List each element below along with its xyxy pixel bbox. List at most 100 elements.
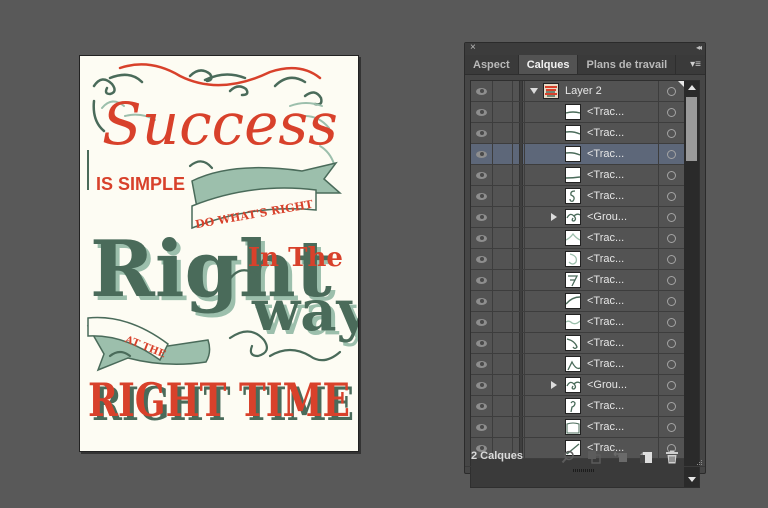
trash-icon[interactable] <box>665 450 679 464</box>
path-row[interactable]: <Trac... <box>471 312 684 333</box>
visibility-toggle[interactable] <box>471 249 493 269</box>
lock-toggle[interactable] <box>493 396 513 416</box>
collapse-triangle-icon[interactable] <box>551 213 557 221</box>
new-sublayer-icon[interactable] <box>613 450 627 464</box>
target-toggle[interactable] <box>659 228 684 248</box>
layer-name-cell[interactable]: <Trac... <box>525 333 659 353</box>
layer-name-cell[interactable]: <Trac... <box>525 123 659 143</box>
layer-name-cell[interactable]: <Trac... <box>525 249 659 269</box>
close-icon[interactable]: × <box>470 42 476 54</box>
new-layer-icon[interactable] <box>639 450 653 464</box>
visibility-toggle[interactable] <box>471 396 493 416</box>
visibility-toggle[interactable] <box>471 144 493 164</box>
target-toggle[interactable] <box>659 207 684 227</box>
layer-name-cell[interactable]: <Trac... <box>525 102 659 122</box>
path-row[interactable]: <Trac... <box>471 354 684 375</box>
target-toggle[interactable] <box>659 291 684 311</box>
target-toggle[interactable] <box>659 312 684 332</box>
path-row[interactable]: <Trac... <box>471 186 684 207</box>
target-toggle[interactable] <box>659 396 684 416</box>
path-row[interactable]: <Trac... <box>471 396 684 417</box>
collapse-triangle-icon[interactable] <box>551 381 557 389</box>
visibility-toggle[interactable] <box>471 102 493 122</box>
layer-name-cell[interactable]: <Trac... <box>525 228 659 248</box>
target-toggle[interactable] <box>659 81 684 101</box>
locate-object-icon[interactable] <box>561 450 575 464</box>
lock-toggle[interactable] <box>493 207 513 227</box>
collapse-icon[interactable]: ◂◂ <box>696 42 702 54</box>
lock-toggle[interactable] <box>493 270 513 290</box>
target-toggle[interactable] <box>659 123 684 143</box>
lock-toggle[interactable] <box>493 123 513 143</box>
visibility-toggle[interactable] <box>471 81 493 101</box>
layer-row[interactable]: Layer 2 <box>471 81 684 102</box>
lock-toggle[interactable] <box>493 333 513 353</box>
lock-toggle[interactable] <box>493 186 513 206</box>
artboard[interactable]: Success IS SIMPLE DO WHAT'S RIGHT Right … <box>79 55 359 452</box>
lock-toggle[interactable] <box>493 144 513 164</box>
drag-handle[interactable] <box>573 469 595 472</box>
layer-name-cell[interactable]: <Trac... <box>525 354 659 374</box>
layer-name-cell[interactable]: <Grou... <box>525 207 659 227</box>
lock-toggle[interactable] <box>493 291 513 311</box>
scroll-up-button[interactable] <box>684 81 699 95</box>
lock-toggle[interactable] <box>493 228 513 248</box>
visibility-toggle[interactable] <box>471 354 493 374</box>
panel-titlebar[interactable]: × ◂◂ <box>465 42 705 55</box>
target-toggle[interactable] <box>659 186 684 206</box>
panel-menu-icon[interactable]: ▾≡ <box>690 58 701 72</box>
tab-aspect[interactable]: Aspect <box>465 55 519 74</box>
lock-toggle[interactable] <box>493 354 513 374</box>
layer-name-cell[interactable]: <Trac... <box>525 270 659 290</box>
lock-toggle[interactable] <box>493 165 513 185</box>
lock-toggle[interactable] <box>493 81 513 101</box>
tab-calques[interactable]: Calques <box>518 55 579 74</box>
visibility-toggle[interactable] <box>471 270 493 290</box>
scroll-down-button[interactable] <box>684 473 699 487</box>
layer-name-cell[interactable]: <Trac... <box>525 396 659 416</box>
path-row[interactable]: <Trac... <box>471 417 684 438</box>
target-toggle[interactable] <box>659 249 684 269</box>
lock-toggle[interactable] <box>493 312 513 332</box>
path-row[interactable]: <Trac... <box>471 333 684 354</box>
scroll-thumb[interactable] <box>686 97 697 161</box>
visibility-toggle[interactable] <box>471 417 493 437</box>
lock-toggle[interactable] <box>493 102 513 122</box>
visibility-toggle[interactable] <box>471 165 493 185</box>
visibility-toggle[interactable] <box>471 333 493 353</box>
group-row[interactable]: <Grou... <box>471 375 684 396</box>
visibility-toggle[interactable] <box>471 228 493 248</box>
target-toggle[interactable] <box>659 165 684 185</box>
target-toggle[interactable] <box>659 270 684 290</box>
resize-grip-icon[interactable] <box>693 455 703 467</box>
lock-toggle[interactable] <box>493 417 513 437</box>
path-row[interactable]: <Trac... <box>471 102 684 123</box>
visibility-toggle[interactable] <box>471 186 493 206</box>
tab-plans-de-travail[interactable]: Plans de travail <box>578 55 677 74</box>
path-row[interactable]: <Trac... <box>471 228 684 249</box>
scrollbar[interactable] <box>684 81 699 487</box>
visibility-toggle[interactable] <box>471 375 493 395</box>
visibility-toggle[interactable] <box>471 312 493 332</box>
visibility-toggle[interactable] <box>471 207 493 227</box>
path-row[interactable]: <Trac... <box>471 144 684 165</box>
path-row[interactable]: <Trac... <box>471 270 684 291</box>
path-row[interactable]: <Trac... <box>471 123 684 144</box>
make-clipping-mask-icon[interactable] <box>587 450 601 464</box>
path-row[interactable]: <Trac... <box>471 291 684 312</box>
layer-name-cell[interactable]: <Trac... <box>525 417 659 437</box>
layer-name-cell[interactable]: <Grou... <box>525 375 659 395</box>
visibility-toggle[interactable] <box>471 123 493 143</box>
target-toggle[interactable] <box>659 333 684 353</box>
target-toggle[interactable] <box>659 102 684 122</box>
path-row[interactable]: <Trac... <box>471 249 684 270</box>
layer-name-cell[interactable]: <Trac... <box>525 165 659 185</box>
target-toggle[interactable] <box>659 144 684 164</box>
layer-name-cell[interactable]: <Trac... <box>525 144 659 164</box>
target-toggle[interactable] <box>659 354 684 374</box>
group-row[interactable]: <Grou... <box>471 207 684 228</box>
layer-name-cell[interactable]: <Trac... <box>525 186 659 206</box>
visibility-toggle[interactable] <box>471 291 493 311</box>
layer-name-cell[interactable]: <Trac... <box>525 291 659 311</box>
layer-name-cell[interactable]: Layer 2 <box>525 81 659 101</box>
